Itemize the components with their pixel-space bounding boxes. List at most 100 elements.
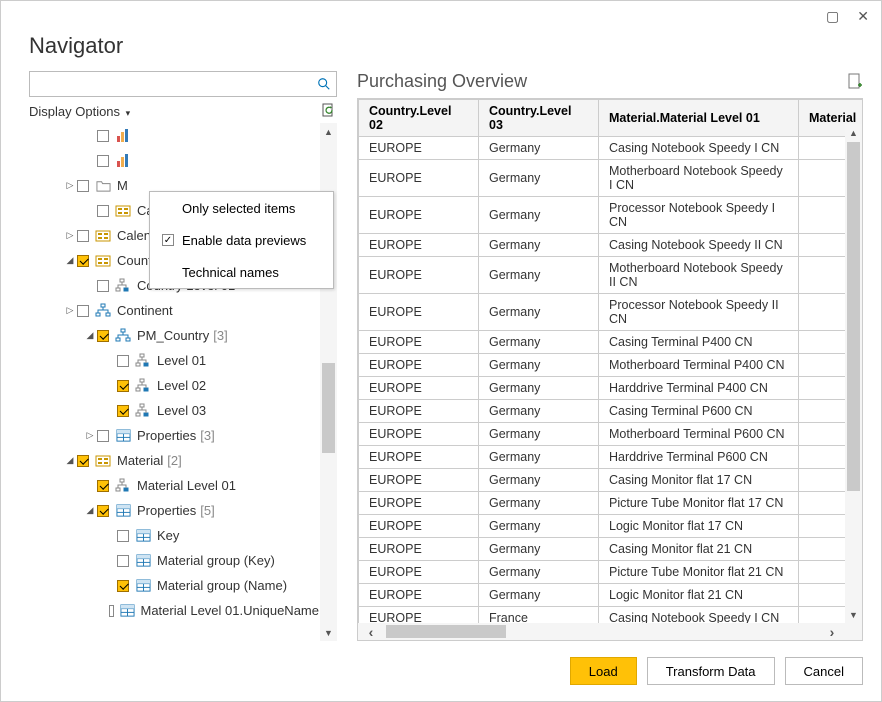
checkbox[interactable] bbox=[77, 230, 89, 242]
tree-node[interactable] bbox=[29, 148, 319, 173]
checkbox[interactable] bbox=[77, 455, 89, 467]
column-header[interactable]: Material.Material Level 01 bbox=[599, 100, 799, 137]
tree-node[interactable]: ◢Properties[5] bbox=[29, 498, 319, 523]
scroll-left-icon[interactable]: ‹ bbox=[358, 623, 384, 640]
checkbox[interactable] bbox=[77, 255, 89, 267]
checkbox[interactable] bbox=[117, 355, 129, 367]
checkbox[interactable] bbox=[77, 305, 89, 317]
table-row[interactable]: EUROPEGermanyPicture Tube Monitor flat 1… bbox=[359, 492, 864, 515]
table-row[interactable]: EUROPEGermanyProcessor Notebook Speedy I… bbox=[359, 294, 864, 331]
checkbox[interactable] bbox=[97, 505, 109, 517]
load-button[interactable]: Load bbox=[570, 657, 637, 685]
checkbox[interactable] bbox=[117, 530, 129, 542]
checkbox[interactable] bbox=[77, 180, 89, 192]
table-row[interactable]: EUROPEGermanyCasing Notebook Speedy II C… bbox=[359, 234, 864, 257]
tree-node[interactable]: ▷Properties[3] bbox=[29, 423, 319, 448]
expander-icon[interactable]: ▷ bbox=[65, 305, 75, 316]
transform-button[interactable]: Transform Data bbox=[647, 657, 775, 685]
expander-icon[interactable]: ◢ bbox=[65, 455, 75, 466]
table-row[interactable]: EUROPEGermanyHarddrive Terminal P400 CN bbox=[359, 377, 864, 400]
table-row[interactable]: EUROPEGermanyCasing Terminal P400 CN bbox=[359, 331, 864, 354]
column-header[interactable]: Country.Level 02 bbox=[359, 100, 479, 137]
scroll-up-icon[interactable]: ▲ bbox=[845, 124, 862, 141]
table-row[interactable]: EUROPEGermanyMotherboard Notebook Speedy… bbox=[359, 257, 864, 294]
scroll-up-icon[interactable]: ▲ bbox=[320, 123, 337, 140]
search-input[interactable] bbox=[30, 77, 312, 92]
scroll-thumb[interactable] bbox=[847, 142, 860, 491]
table-row[interactable]: EUROPEGermanyCasing Terminal P600 CN bbox=[359, 400, 864, 423]
expander-icon[interactable]: ▷ bbox=[65, 180, 75, 191]
menu-only-selected[interactable]: Only selected items bbox=[150, 192, 333, 224]
checkbox[interactable] bbox=[97, 480, 109, 492]
tree-node[interactable]: ◢PM_Country[3] bbox=[29, 323, 319, 348]
table-cell: EUROPE bbox=[359, 294, 479, 331]
checkbox[interactable] bbox=[97, 280, 109, 292]
grid-vscroll[interactable]: ▲ ▼ bbox=[845, 124, 862, 623]
table-row[interactable]: EUROPEGermanyMotherboard Terminal P600 C… bbox=[359, 423, 864, 446]
scroll-right-icon[interactable]: › bbox=[819, 623, 845, 640]
table-row[interactable]: EUROPEGermanyPicture Tube Monitor flat 2… bbox=[359, 561, 864, 584]
tree-node[interactable] bbox=[29, 123, 319, 148]
dim-icon bbox=[95, 453, 111, 469]
expander-icon[interactable]: ◢ bbox=[65, 255, 75, 266]
close-button[interactable]: ✕ bbox=[857, 8, 869, 25]
table-row[interactable]: EUROPEGermanyCasing Notebook Speedy I CN bbox=[359, 137, 864, 160]
expander-icon[interactable]: ▷ bbox=[65, 230, 75, 241]
table-cell: Germany bbox=[479, 354, 599, 377]
scroll-down-icon[interactable]: ▼ bbox=[845, 606, 862, 623]
checkbox[interactable] bbox=[97, 205, 109, 217]
refresh-icon[interactable] bbox=[321, 103, 337, 119]
tree-node[interactable]: ◢Material[2] bbox=[29, 448, 319, 473]
display-options-button[interactable]: Display Options ▾ bbox=[29, 104, 130, 119]
scroll-down-icon[interactable]: ▼ bbox=[320, 624, 337, 641]
checkbox[interactable] bbox=[97, 330, 109, 342]
checkbox[interactable] bbox=[117, 405, 129, 417]
scroll-thumb[interactable] bbox=[322, 363, 335, 453]
tree-node[interactable]: Level 01 bbox=[29, 348, 319, 373]
table-row[interactable]: EUROPEGermanyMotherboard Notebook Speedy… bbox=[359, 160, 864, 197]
checkbox[interactable] bbox=[97, 155, 109, 167]
table-row[interactable]: EUROPEGermanyProcessor Notebook Speedy I… bbox=[359, 197, 864, 234]
tree-node[interactable]: Level 02 bbox=[29, 373, 319, 398]
search-icon[interactable] bbox=[312, 77, 336, 91]
checkbox[interactable] bbox=[97, 130, 109, 142]
menu-enable-previews[interactable]: Enable data previews bbox=[150, 224, 333, 256]
maximize-button[interactable]: ▢ bbox=[826, 8, 839, 25]
column-header[interactable]: Country.Level 03 bbox=[479, 100, 599, 137]
scroll-thumb[interactable] bbox=[386, 625, 506, 638]
tree-count: [3] bbox=[213, 328, 227, 343]
checkbox[interactable] bbox=[117, 580, 129, 592]
table-cell: Germany bbox=[479, 294, 599, 331]
preview-grid[interactable]: Country.Level 02Country.Level 03Material… bbox=[358, 99, 863, 641]
tree-node[interactable]: Material Level 01.UniqueName bbox=[29, 598, 319, 623]
table-cell: EUROPE bbox=[359, 197, 479, 234]
tree-node[interactable]: Level 03 bbox=[29, 398, 319, 423]
tree-node[interactable]: Material Level 01 bbox=[29, 473, 319, 498]
expander-icon[interactable]: ▷ bbox=[85, 430, 95, 441]
table-row[interactable]: EUROPEGermanyCasing Monitor flat 21 CN bbox=[359, 538, 864, 561]
checkbox[interactable] bbox=[117, 380, 129, 392]
bars-icon bbox=[115, 153, 131, 169]
table-row[interactable]: EUROPEGermanyMotherboard Terminal P400 C… bbox=[359, 354, 864, 377]
table-row[interactable]: EUROPEGermanyCasing Monitor flat 17 CN bbox=[359, 469, 864, 492]
grid-hscroll[interactable]: ‹ › bbox=[358, 623, 862, 640]
table-row[interactable]: EUROPEGermanyHarddrive Terminal P600 CN bbox=[359, 446, 864, 469]
tree-node[interactable]: ▷Continent bbox=[29, 298, 319, 323]
page-add-icon[interactable] bbox=[847, 73, 863, 91]
tree-node[interactable]: Material group (Name) bbox=[29, 573, 319, 598]
table-cell: EUROPE bbox=[359, 257, 479, 294]
table-row[interactable]: EUROPEGermanyLogic Monitor flat 17 CN bbox=[359, 515, 864, 538]
checkbox[interactable] bbox=[109, 605, 113, 617]
table-cell: Motherboard Terminal P400 CN bbox=[599, 354, 799, 377]
left-pane: Display Options ▾ ▷MCalendar Year▷Calend… bbox=[29, 71, 337, 641]
checkbox[interactable] bbox=[97, 430, 109, 442]
dim-icon bbox=[95, 228, 111, 244]
tree-node[interactable]: Material group (Key) bbox=[29, 548, 319, 573]
table-row[interactable]: EUROPEGermanyLogic Monitor flat 21 CN bbox=[359, 584, 864, 607]
checkbox[interactable] bbox=[117, 555, 129, 567]
expander-icon[interactable]: ◢ bbox=[85, 505, 95, 516]
tree-node[interactable]: Key bbox=[29, 523, 319, 548]
cancel-button[interactable]: Cancel bbox=[785, 657, 863, 685]
menu-technical-names[interactable]: Technical names bbox=[150, 256, 333, 288]
expander-icon[interactable]: ◢ bbox=[85, 330, 95, 341]
